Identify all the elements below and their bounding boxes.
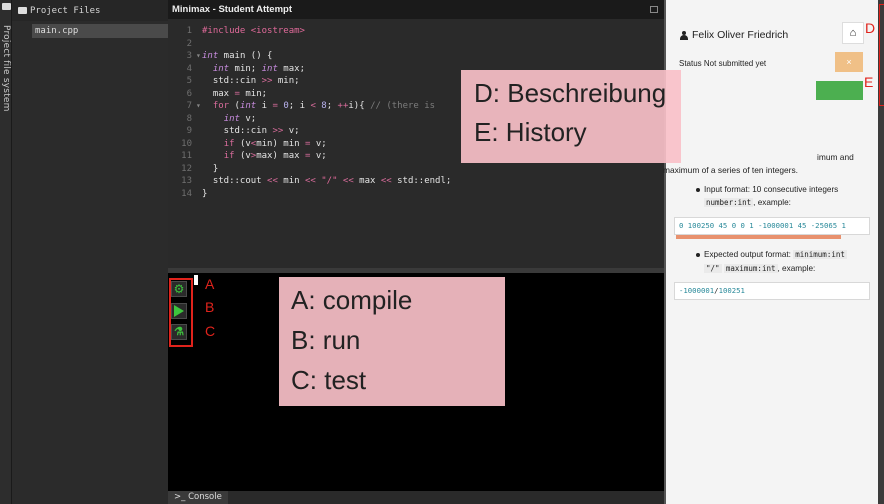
output-example: -1000001/100251	[679, 286, 745, 295]
overlay-text-compile: A: compile	[291, 285, 413, 315]
input-format-item: Input format: 10 consecutive integers	[696, 185, 838, 194]
annotation-box-de	[879, 4, 884, 106]
submission-status: Status Not submitted yet	[679, 59, 767, 68]
bullet-icon	[696, 252, 700, 257]
console-tab[interactable]: >_ Console	[168, 491, 228, 504]
user-icon	[679, 30, 688, 40]
user-name: Felix Oliver Friedrich	[692, 29, 789, 41]
editor-title: Minimax - Student Attempt	[172, 4, 292, 15]
overlay-text-run: B: run	[291, 325, 361, 355]
code-line[interactable]: 1 #include <iostream>	[168, 25, 664, 38]
code-line[interactable]: 14 }	[168, 188, 664, 201]
ide-window: Project file system Project Files main.c…	[0, 0, 884, 504]
console-cursor	[194, 275, 198, 285]
task-panel: Felix Oliver Friedrich ⌂ D Status Not su…	[663, 0, 878, 504]
input-example: 0 100250 45 0 0 1 -1000001 45 -25065 1	[679, 221, 846, 230]
close-button[interactable]: ×	[835, 52, 863, 72]
annotation-label-c: C	[205, 323, 216, 339]
code-line[interactable]: 2	[168, 38, 664, 51]
annotation-label-e: E	[864, 74, 874, 90]
maximize-icon[interactable]	[650, 6, 658, 13]
annotation-label-b: B	[205, 299, 215, 315]
user-info: Felix Oliver Friedrich	[679, 29, 788, 41]
input-format-code: number:int	[704, 198, 754, 207]
annotation-box-abc	[169, 278, 193, 347]
output-format-item: Expected output format: minimum:int	[696, 250, 847, 259]
file-name: main.cpp	[35, 26, 79, 36]
home-button[interactable]: ⌂	[842, 22, 864, 44]
output-format-detail: "/" maximum:int, example:	[704, 264, 816, 273]
annotation-overlay-de: D: Beschreibung E: History	[461, 70, 681, 163]
annotation-label-a: A	[205, 276, 215, 292]
folder-icon	[2, 3, 11, 10]
description-line-1: imum and	[817, 152, 854, 162]
code-line[interactable]: 3 ▾ int main () {	[168, 50, 664, 63]
overlay-text-beschreibung: D: Beschreibung	[474, 78, 667, 108]
code-line[interactable]: 12 }	[168, 163, 664, 176]
horizontal-scrollbar[interactable]	[676, 235, 841, 239]
submit-button[interactable]	[816, 81, 863, 100]
folder-open-icon	[18, 7, 27, 14]
input-format-detail: number:int, example:	[704, 198, 791, 207]
overlay-text-history: E: History	[474, 117, 587, 147]
annotation-overlay-abc: A: compile B: run C: test	[279, 277, 505, 406]
editor-title-bar: Minimax - Student Attempt	[168, 0, 664, 19]
code-line[interactable]: 13 std::cout << min << "/" << max << std…	[168, 175, 664, 188]
home-icon: ⌂	[849, 27, 857, 39]
project-file-system-label: Project file system	[1, 25, 11, 112]
input-example-box[interactable]: 0 100250 45 0 0 1 -1000001 45 -25065 1	[674, 217, 870, 235]
output-example-box[interactable]: -1000001/100251	[674, 282, 870, 300]
console-tab-bar: >_ Console	[168, 491, 664, 504]
bullet-icon	[696, 187, 700, 192]
file-panel-header: Project Files	[12, 0, 168, 21]
description-line-2: maximum of a series of ten integers.	[663, 165, 798, 175]
annotation-label-d: D	[865, 20, 876, 36]
file-item-main-cpp[interactable]: main.cpp ⚙	[32, 24, 178, 38]
file-panel-title: Project Files	[30, 5, 101, 16]
overlay-text-test: C: test	[291, 365, 367, 395]
file-panel: Project Files main.cpp ⚙	[12, 0, 178, 504]
project-file-system-strip[interactable]: Project file system	[0, 0, 12, 504]
